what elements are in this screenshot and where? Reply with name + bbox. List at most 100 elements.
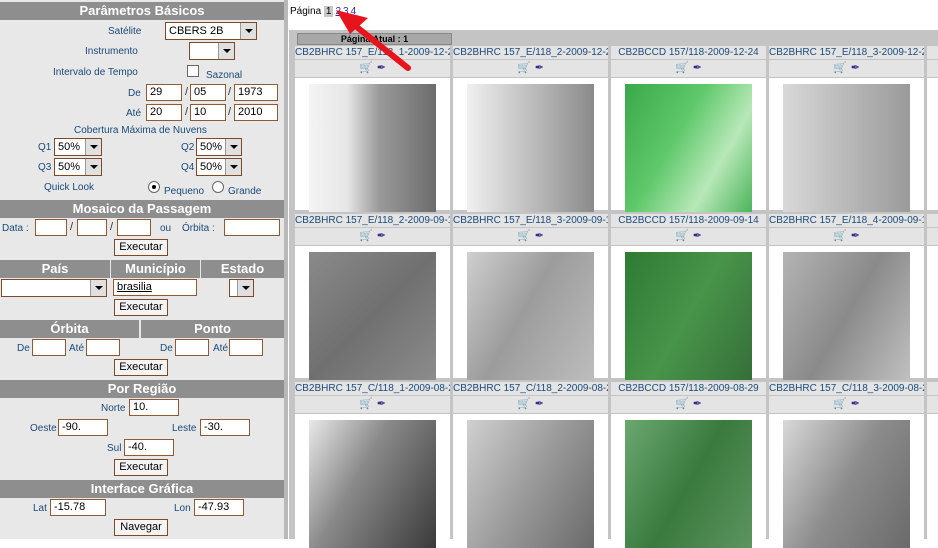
state-select[interactable] bbox=[229, 279, 254, 297]
scene-thumbnail[interactable] bbox=[783, 84, 910, 212]
eraser-icon[interactable]: ✒ bbox=[377, 396, 386, 412]
eraser-icon[interactable]: ✒ bbox=[851, 60, 860, 76]
scene-title[interactable]: CB2BCCD 157/118-2009-09-14 bbox=[611, 214, 766, 228]
point-to-label: Até bbox=[213, 343, 229, 354]
quicklook-large-radio[interactable] bbox=[212, 181, 224, 193]
q4-select[interactable]: 50% bbox=[196, 158, 242, 176]
cart-icon[interactable]: 🛒 bbox=[833, 60, 847, 76]
scene-title[interactable]: CB2BHRC 157_C/118_2-2009-08-29 bbox=[453, 382, 608, 396]
scene-title[interactable]: CB2BCCD 157/118-2009-08-29 bbox=[611, 382, 766, 396]
q3-select[interactable]: 50% bbox=[54, 158, 102, 176]
mosaic-execute-button[interactable]: Executar bbox=[114, 239, 168, 256]
eraser-icon[interactable]: ✒ bbox=[693, 228, 702, 244]
scene-thumbnail[interactable] bbox=[309, 84, 436, 212]
scene-title[interactable] bbox=[927, 214, 938, 228]
page-link-2[interactable]: 2 bbox=[335, 6, 341, 17]
satellite-select[interactable]: CBERS 2B bbox=[165, 22, 257, 40]
eraser-icon[interactable]: ✒ bbox=[535, 60, 544, 76]
cart-icon[interactable]: 🛒 bbox=[517, 228, 531, 244]
chevron-down-icon bbox=[90, 280, 106, 296]
scene-actions: 🛒 ✒ bbox=[769, 396, 924, 414]
page-link-3[interactable]: 3 bbox=[343, 6, 349, 17]
to-year-input[interactable]: 2010 bbox=[234, 104, 278, 121]
point-from-input[interactable] bbox=[175, 339, 209, 356]
mosaic-month-input[interactable] bbox=[77, 219, 107, 236]
scene-title[interactable] bbox=[927, 382, 938, 396]
page-link-4[interactable]: 4 bbox=[351, 6, 357, 17]
navigate-button[interactable]: Navegar bbox=[114, 519, 168, 536]
cart-icon[interactable]: 🛒 bbox=[517, 396, 531, 412]
scene-thumbnail[interactable] bbox=[467, 84, 594, 212]
scene-title[interactable]: CB2BCCD 157/118-2009-12-24 bbox=[611, 46, 766, 60]
from-year-input[interactable]: 1973 bbox=[234, 84, 278, 101]
eraser-icon[interactable]: ✒ bbox=[851, 396, 860, 412]
result-cell bbox=[927, 382, 938, 546]
eraser-icon[interactable]: ✒ bbox=[535, 396, 544, 412]
scene-thumbnail[interactable] bbox=[783, 420, 910, 548]
cart-icon[interactable]: 🛒 bbox=[833, 228, 847, 244]
scene-title[interactable]: CB2BHRC 157_E/118_2-2009-09-14 bbox=[295, 214, 450, 228]
scene-title[interactable]: CB2BHRC 157_E/118_4-2009-09-14 bbox=[769, 214, 924, 228]
mosaic-orbit-input[interactable] bbox=[224, 219, 280, 236]
to-month-input[interactable]: 10 bbox=[190, 104, 226, 121]
scene-title[interactable]: CB2BHRC 157_E/118_2-2009-12-24 bbox=[453, 46, 608, 60]
country-select[interactable] bbox=[1, 279, 107, 297]
q1-select[interactable]: 50% bbox=[54, 138, 102, 156]
mosaic-day-input[interactable] bbox=[35, 219, 67, 236]
to-day-input[interactable]: 20 bbox=[146, 104, 182, 121]
from-month-input[interactable]: 05 bbox=[190, 84, 226, 101]
scene-thumbnail[interactable] bbox=[467, 420, 594, 548]
west-input[interactable]: -90. bbox=[58, 419, 108, 436]
cart-icon[interactable]: 🛒 bbox=[359, 396, 373, 412]
instrument-select[interactable] bbox=[189, 42, 235, 60]
east-input[interactable]: -30. bbox=[200, 419, 250, 436]
eraser-icon[interactable]: ✒ bbox=[377, 228, 386, 244]
scene-thumbnail[interactable] bbox=[309, 252, 436, 380]
lat-input[interactable]: -15.78 bbox=[50, 499, 106, 516]
cart-icon[interactable]: 🛒 bbox=[359, 60, 373, 76]
cart-icon[interactable]: 🛒 bbox=[675, 396, 689, 412]
scene-thumbnail[interactable] bbox=[625, 420, 752, 548]
city-input[interactable]: brasilia bbox=[113, 279, 197, 296]
scene-title[interactable]: CB2BHRC 157_C/118_3-2009-08-29 bbox=[769, 382, 924, 396]
result-cell: CB2BHRC 157_E/118_4-2009-09-14 🛒 ✒ bbox=[769, 214, 924, 380]
scene-title[interactable] bbox=[927, 46, 938, 60]
from-day-input[interactable]: 29 bbox=[146, 84, 182, 101]
cart-icon[interactable]: 🛒 bbox=[359, 228, 373, 244]
cart-icon[interactable]: 🛒 bbox=[833, 396, 847, 412]
orbit-to-input[interactable] bbox=[86, 339, 120, 356]
cart-icon[interactable]: 🛒 bbox=[675, 60, 689, 76]
orbit-execute-button[interactable]: Executar bbox=[114, 359, 168, 376]
q2-select[interactable]: 50% bbox=[196, 138, 242, 156]
point-to-input[interactable] bbox=[229, 339, 263, 356]
scene-thumbnail[interactable] bbox=[783, 252, 910, 380]
mosaic-year-input[interactable] bbox=[117, 219, 151, 236]
cart-icon[interactable]: 🛒 bbox=[517, 60, 531, 76]
scene-title[interactable]: CB2BHRC 157_E/118_1-2009-12-24 bbox=[295, 46, 450, 60]
north-input[interactable]: 10. bbox=[129, 399, 179, 416]
chevron-down-icon bbox=[85, 159, 101, 175]
south-input[interactable]: -40. bbox=[124, 439, 174, 456]
scene-thumbnail[interactable] bbox=[467, 252, 594, 380]
page-link-current[interactable]: 1 bbox=[323, 6, 334, 17]
eraser-icon[interactable]: ✒ bbox=[693, 60, 702, 76]
scene-thumbnail[interactable] bbox=[625, 84, 752, 212]
lon-input[interactable]: -47.93 bbox=[194, 499, 244, 516]
eraser-icon[interactable]: ✒ bbox=[851, 228, 860, 244]
eraser-icon[interactable]: ✒ bbox=[693, 396, 702, 412]
location-execute-button[interactable]: Executar bbox=[114, 299, 168, 316]
region-execute-button[interactable]: Executar bbox=[114, 459, 168, 476]
seasonal-checkbox[interactable] bbox=[187, 65, 199, 77]
scene-thumbnail[interactable] bbox=[625, 252, 752, 380]
scene-thumbnail[interactable] bbox=[309, 420, 436, 548]
scene-title[interactable]: CB2BHRC 157_E/118_3-2009-09-14 bbox=[453, 214, 608, 228]
orbit-from-input[interactable] bbox=[32, 339, 66, 356]
scene-title[interactable]: CB2BHRC 157_E/118_3-2009-12-24 bbox=[769, 46, 924, 60]
eraser-icon[interactable]: ✒ bbox=[535, 228, 544, 244]
scene-title[interactable]: CB2BHRC 157_C/118_1-2009-08-29 bbox=[295, 382, 450, 396]
lon-label: Lon bbox=[174, 503, 191, 514]
cart-icon[interactable]: 🛒 bbox=[675, 228, 689, 244]
scene-actions: 🛒 ✒ bbox=[611, 396, 766, 414]
quicklook-small-radio[interactable] bbox=[148, 181, 160, 193]
eraser-icon[interactable]: ✒ bbox=[377, 60, 386, 76]
